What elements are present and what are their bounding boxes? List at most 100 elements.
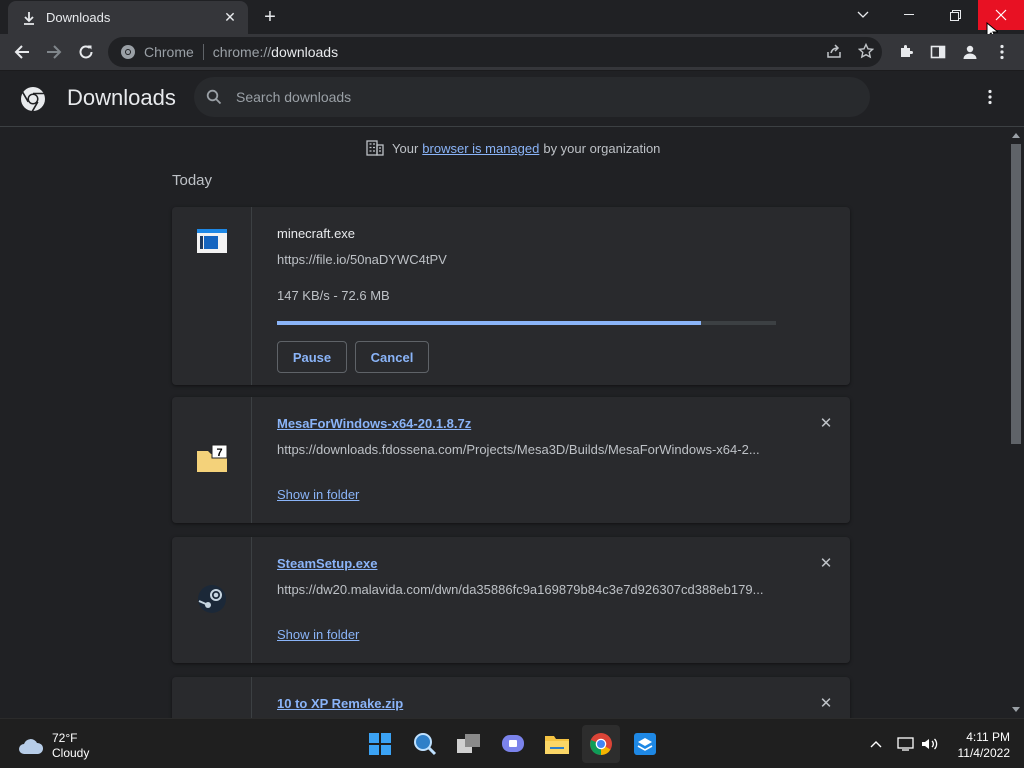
- show-hidden-icons-button[interactable]: [870, 735, 882, 751]
- clock-time: 4:11 PM: [966, 730, 1010, 744]
- chevron-up-icon: [870, 741, 882, 748]
- extensions-button[interactable]: [892, 38, 920, 66]
- scroll-up-icon: [1012, 133, 1020, 138]
- sandbox-app-button[interactable]: [626, 725, 664, 763]
- site-label: Chrome: [144, 44, 194, 60]
- cancel-button[interactable]: Cancel: [355, 341, 429, 373]
- profile-icon: [963, 45, 977, 59]
- search-magnifier-icon: [414, 733, 437, 756]
- task-view-icon: [457, 734, 480, 753]
- file-icon-column: [172, 207, 252, 385]
- managed-prefix: Your: [392, 140, 419, 156]
- close-window-button[interactable]: [978, 0, 1024, 30]
- chevron-down-icon: [857, 11, 869, 18]
- download-item: 7 MesaForWindows-x64-20.1.8.7z ✕ https:/…: [172, 397, 850, 523]
- bookmark-button[interactable]: [856, 41, 876, 61]
- share-button[interactable]: [824, 41, 844, 61]
- scrollbar[interactable]: [1008, 127, 1024, 718]
- show-in-folder-link[interactable]: Show in folder: [277, 487, 359, 502]
- remove-from-list-icon[interactable]: ✕: [818, 696, 834, 712]
- managed-notice: Your browser is managed by your organiza…: [366, 140, 660, 156]
- exe-file-icon: [197, 229, 227, 253]
- chat-button[interactable]: [494, 725, 532, 763]
- download-item: SteamSetup.exe ✕ https://dw20.malavida.c…: [172, 537, 850, 663]
- browser-toolbar: Chrome chrome://downloads: [0, 34, 1024, 71]
- minimize-icon: [904, 14, 914, 15]
- downloads-header: Downloads: [0, 71, 1024, 127]
- tab-downloads[interactable]: Downloads ✕: [8, 1, 248, 34]
- address-bar[interactable]: Chrome chrome://downloads: [108, 37, 882, 67]
- more-vert-icon: [988, 89, 992, 105]
- scroll-down-icon: [1012, 707, 1020, 712]
- minimize-button[interactable]: [886, 0, 932, 30]
- back-button[interactable]: [8, 38, 36, 66]
- close-icon: [995, 9, 1007, 21]
- chrome-logo-icon: [21, 87, 45, 112]
- cloud-icon: [19, 739, 44, 754]
- tab-strip: Downloads ✕ +: [0, 0, 1024, 40]
- search-input[interactable]: [236, 89, 836, 105]
- more-vert-icon: [1000, 44, 1004, 60]
- share-icon: [827, 44, 841, 58]
- start-button[interactable]: [361, 725, 399, 763]
- weather-widget[interactable]: 72°F Cloudy: [18, 731, 89, 761]
- chrome-taskbar-button[interactable]: [582, 725, 620, 763]
- file-name-link[interactable]: 10 to XP Remake.zip: [277, 696, 403, 711]
- file-url: https://downloads.fdossena.com/Projects/…: [277, 442, 760, 457]
- file-url: https://file.io/50naDYWC4tPV: [277, 252, 447, 267]
- forward-button[interactable]: [40, 38, 68, 66]
- download-item: minecraft.exe https://file.io/50naDYWC4t…: [172, 207, 850, 385]
- steam-icon: [198, 585, 226, 613]
- show-in-folder-link[interactable]: Show in folder: [277, 627, 359, 642]
- search-box[interactable]: [194, 77, 870, 117]
- file-name: minecraft.exe: [277, 226, 356, 241]
- file-name-link[interactable]: SteamSetup.exe: [277, 556, 377, 571]
- tab-close-icon[interactable]: ✕: [222, 9, 238, 26]
- windows-logo-icon: [369, 733, 391, 755]
- profile-button[interactable]: [956, 38, 984, 66]
- page-title: Downloads: [67, 85, 176, 110]
- progress-bar: [277, 321, 776, 325]
- managed-link[interactable]: browser is managed: [422, 141, 539, 156]
- file-icon-column: [172, 677, 252, 718]
- file-explorer-button[interactable]: [538, 725, 576, 763]
- remove-from-list-icon[interactable]: ✕: [818, 416, 834, 432]
- reload-icon: [79, 45, 93, 59]
- managed-suffix: by your organization: [543, 140, 661, 156]
- puzzle-icon: [901, 45, 913, 57]
- system-clock[interactable]: 4:11 PM 11/4/2022: [940, 729, 1011, 761]
- restore-button[interactable]: [932, 0, 978, 30]
- scrollbar-thumb[interactable]: [1011, 144, 1021, 444]
- task-view-button[interactable]: [450, 725, 488, 763]
- arrow-left-icon: [14, 45, 29, 59]
- remove-from-list-icon[interactable]: ✕: [818, 556, 834, 572]
- download-icon: [24, 11, 34, 25]
- file-name-link[interactable]: MesaForWindows-x64-20.1.8.7z: [277, 416, 471, 431]
- folder-icon: [545, 736, 569, 754]
- side-panel-button[interactable]: [924, 38, 952, 66]
- download-status: 147 KB/s - 72.6 MB: [277, 288, 390, 303]
- omnibox-divider: [202, 44, 204, 60]
- tab-search-button[interactable]: [840, 0, 886, 30]
- tab-title: Downloads: [46, 10, 111, 25]
- taskbar-search-button[interactable]: [406, 725, 444, 763]
- chrome-menu-button[interactable]: [988, 38, 1016, 66]
- new-tab-button[interactable]: +: [260, 6, 280, 28]
- pause-button[interactable]: Pause: [277, 341, 347, 373]
- speaker-icon: [922, 738, 938, 750]
- reload-button[interactable]: [72, 38, 100, 66]
- search-icon: [206, 89, 222, 105]
- file-url: https://dw20.malavida.com/dwn/da35886fc9…: [277, 582, 764, 597]
- windows-taskbar: 72°F Cloudy 4:11 PM 11/4/2022: [0, 718, 1024, 768]
- downloads-list: Your browser is managed by your organiza…: [0, 127, 1008, 718]
- network-button[interactable]: [897, 737, 915, 754]
- side-panel-icon: [930, 45, 946, 59]
- downloads-menu-button[interactable]: [980, 89, 1000, 109]
- url-scheme: chrome://: [212, 44, 272, 60]
- section-header-today: Today: [172, 172, 213, 189]
- 7z-icon-label: 7: [216, 447, 222, 459]
- 7z-archive-icon: 7: [197, 444, 228, 472]
- volume-button[interactable]: [921, 737, 939, 754]
- file-icon-column: [172, 537, 252, 663]
- arrow-right-icon: [47, 45, 62, 59]
